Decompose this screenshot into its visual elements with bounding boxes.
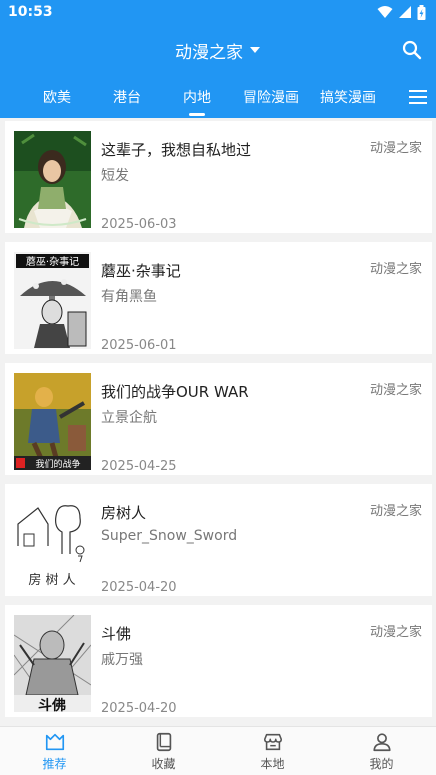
- list-item[interactable]: 蘑巫·杂事记 蘑巫·杂事记 有角黑鱼 2025-06-01 动漫之家: [5, 242, 432, 354]
- comic-cover: 我们的战争: [14, 373, 91, 470]
- comic-date: 2025-04-20: [101, 580, 177, 595]
- cover-logo-text: 斗佛: [38, 697, 66, 712]
- comic-title: 斗佛: [101, 625, 132, 643]
- comic-source: 动漫之家: [369, 625, 422, 640]
- cover-logo-text: 蘑巫·杂事记: [26, 255, 79, 268]
- comic-date: 2025-06-03: [101, 217, 177, 232]
- comic-author: 有角黑鱼: [101, 289, 157, 305]
- comic-source: 动漫之家: [369, 383, 422, 398]
- comic-source: 动漫之家: [369, 262, 422, 277]
- source-selector[interactable]: 动漫之家: [175, 38, 261, 63]
- comic-date: 2025-04-20: [101, 701, 177, 716]
- nav-recommend[interactable]: 推荐: [0, 727, 109, 775]
- list-item[interactable]: 我们的战争 我们的战争OUR WAR 立景企航 2025-04-25 动漫之家: [5, 363, 432, 475]
- comic-date: 2025-04-25: [101, 459, 177, 474]
- status-icons: [377, 4, 426, 20]
- page-title: 动漫之家: [175, 42, 243, 63]
- profile-icon: [372, 732, 391, 751]
- menu-icon[interactable]: [406, 85, 430, 109]
- cover-logo-text: 房 树 人: [28, 572, 75, 588]
- nav-profile-label: 我的: [369, 756, 394, 771]
- list-item[interactable]: 斗佛 斗佛 戚万强 2025-04-20 动漫之家: [5, 605, 432, 717]
- tab-adventure[interactable]: 冒险漫画: [236, 76, 306, 118]
- status-time: 10:53: [8, 4, 53, 20]
- nav-bookshelf-label: 收藏: [151, 756, 176, 771]
- comic-date: 2025-06-01: [101, 338, 177, 353]
- comic-author: 短发: [101, 168, 129, 184]
- category-tabs: 欧美 港台 内地 冒险漫画 搞笑漫画: [0, 76, 436, 118]
- comic-title: 这辈子，我想自私地过: [101, 141, 252, 159]
- tab-oumei[interactable]: 欧美: [24, 76, 90, 118]
- app-header: 10:53 动漫之家 欧美 港台 内地 冒险漫画 搞笑漫画: [0, 0, 436, 118]
- recommend-icon: [45, 733, 64, 750]
- list-item[interactable]: 这辈子，我想自私地过 短发 2025-06-03 动漫之家: [5, 121, 432, 233]
- wifi-icon: [377, 6, 393, 18]
- comic-author: Super_Snow_Sword: [101, 528, 238, 544]
- nav-local-label: 本地: [260, 756, 285, 771]
- title-bar: 动漫之家: [0, 24, 436, 76]
- nav-profile[interactable]: 我的: [327, 727, 436, 775]
- comic-cover: 蘑巫·杂事记: [14, 252, 91, 349]
- signal-icon: [399, 6, 411, 18]
- battery-icon: [417, 4, 426, 20]
- comic-cover: [14, 131, 91, 228]
- status-bar: 10:53: [0, 0, 436, 24]
- nav-local[interactable]: 本地: [218, 727, 327, 775]
- comic-title: 蘑巫·杂事记: [101, 262, 181, 280]
- search-icon[interactable]: [400, 38, 424, 62]
- tab-comedy[interactable]: 搞笑漫画: [312, 76, 384, 118]
- cover-logo-text: 我们的战争: [35, 458, 80, 470]
- bottom-navigation: 推荐 收藏 本地 我的: [0, 726, 436, 775]
- comic-source: 动漫之家: [369, 504, 422, 519]
- tab-neidi[interactable]: 内地: [164, 76, 230, 118]
- nav-recommend-label: 推荐: [42, 756, 67, 771]
- list-item[interactable]: 房 树 人 房树人 Super_Snow_Sword 2025-04-20 动漫…: [5, 484, 432, 596]
- comic-cover: 斗佛: [14, 615, 91, 712]
- tab-gangtai[interactable]: 港台: [94, 76, 160, 118]
- comic-cover: 房 树 人: [14, 494, 91, 591]
- nav-bookshelf[interactable]: 收藏: [109, 727, 218, 775]
- comic-source: 动漫之家: [369, 141, 422, 156]
- comic-author: 戚万强: [101, 652, 143, 668]
- comic-title: 房树人: [101, 504, 147, 522]
- caret-down-icon: [250, 47, 260, 53]
- comic-list: 这辈子，我想自私地过 短发 2025-06-03 动漫之家 蘑巫·杂事记 蘑巫·…: [0, 118, 436, 726]
- bookshelf-icon: [156, 732, 171, 751]
- store-icon: [263, 733, 282, 750]
- comic-title: 我们的战争OUR WAR: [101, 383, 249, 401]
- comic-author: 立景企航: [101, 410, 157, 426]
